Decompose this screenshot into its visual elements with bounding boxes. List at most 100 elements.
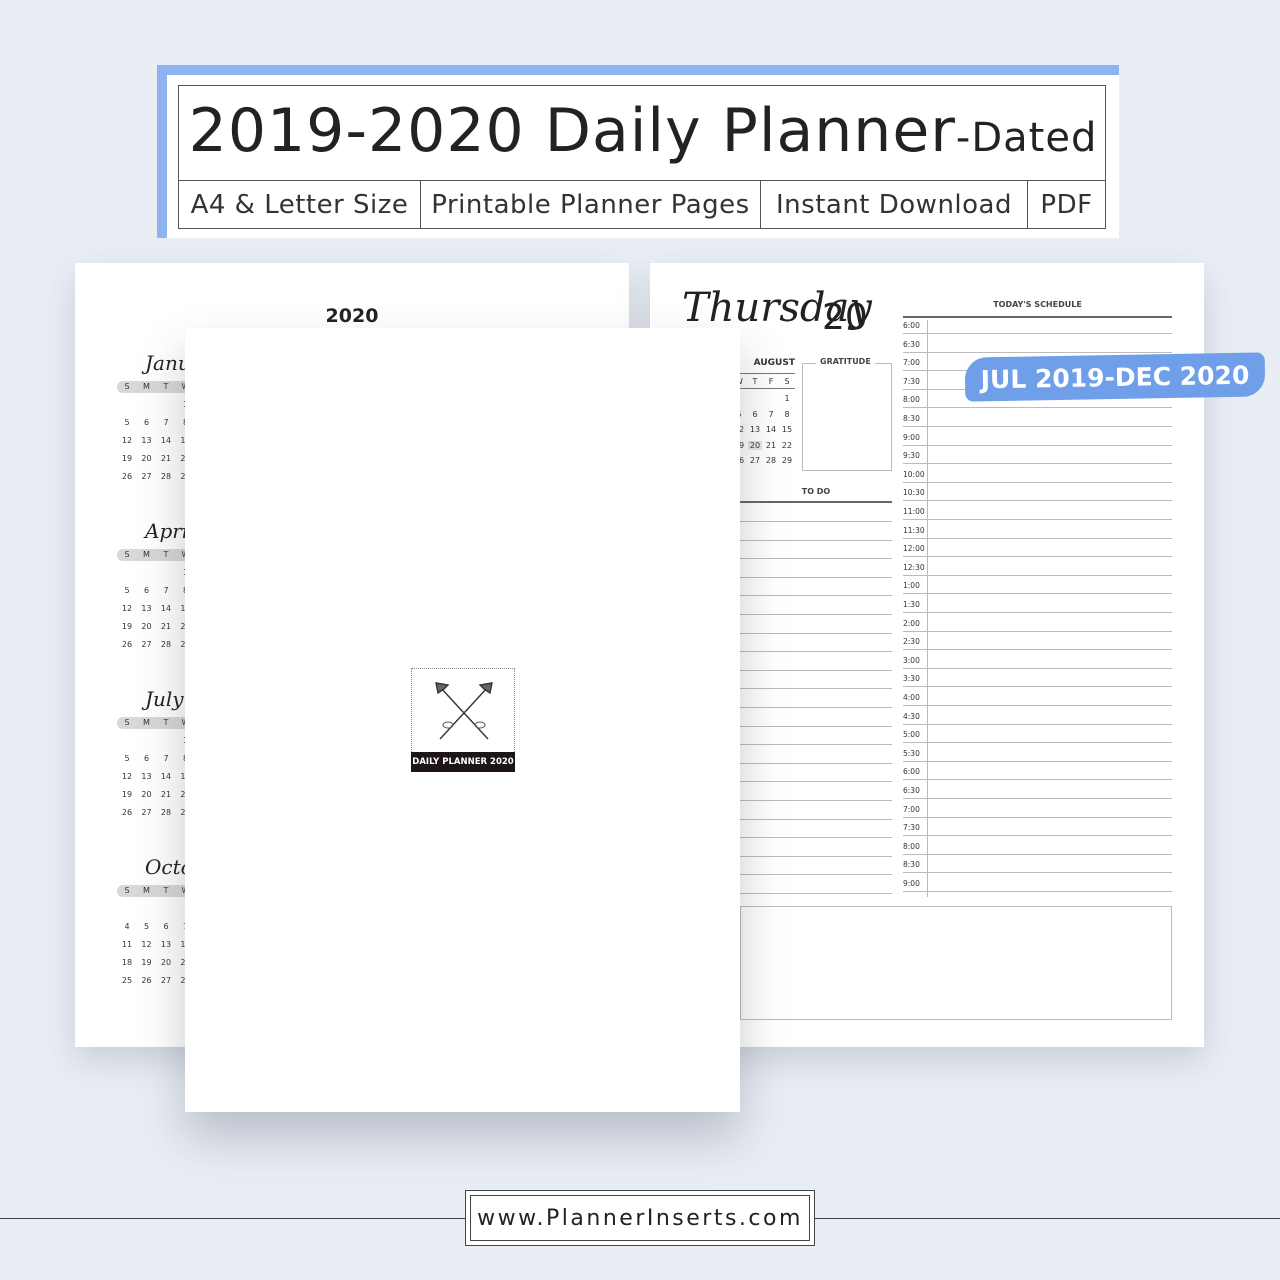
calendar-day: 19: [141, 958, 152, 967]
calendar-day: 21: [160, 790, 172, 799]
time-slot-line: [903, 630, 1172, 632]
title-main: 2019-2020 Daily Planner: [188, 96, 956, 166]
time-slot-label: 10:00: [903, 469, 925, 479]
calendar-day: 5: [124, 586, 130, 595]
time-slot-label: 11:30: [903, 525, 925, 535]
calendar-day: 12: [121, 604, 133, 613]
feature-format: PDF: [1040, 189, 1093, 220]
date-range-badge: JUL 2019-DEC 2020: [964, 352, 1266, 402]
calendar-day: 5: [124, 418, 130, 427]
mini-day-selected: 20: [748, 440, 762, 450]
calendar-day: 13: [141, 436, 152, 445]
time-slot-label: 9:30: [903, 451, 920, 461]
time-slot-line: [903, 779, 1172, 781]
calendar-day: 27: [160, 976, 172, 985]
time-slot-label: 7:30: [903, 376, 920, 386]
calendar-day: 5: [124, 754, 130, 763]
calendar-day: 20: [141, 454, 152, 463]
weekday-label: T: [163, 718, 169, 727]
mini-day: 28: [765, 456, 777, 465]
weekday-label: S: [124, 550, 130, 559]
calendar-day: 6: [143, 418, 150, 427]
weekday-label: M: [143, 382, 150, 391]
feature-row: A4 & Letter Size Printable Planner Pages…: [179, 180, 1105, 228]
time-slot-label: 9:00: [903, 432, 920, 442]
time-slot-line: [903, 407, 1172, 409]
feature-printable: Printable Planner Pages: [421, 181, 761, 228]
schedule-header-rule: [903, 316, 1172, 318]
todo-line: [740, 614, 892, 615]
todo-line: [740, 595, 892, 597]
time-slot-line: [903, 463, 1172, 465]
calendar-day: 27: [141, 808, 152, 817]
calendar-day: 19: [121, 790, 133, 799]
calendar-day: 14: [160, 772, 172, 781]
time-slot-label: 6:00: [903, 321, 920, 330]
time-slot-line: [903, 723, 1172, 725]
todo-header-rule: [740, 501, 892, 503]
feature-size: A4 & Letter Size: [179, 181, 421, 228]
todo-line: [740, 576, 892, 578]
weekday-label: M: [143, 718, 150, 727]
calendar-day: 6: [143, 586, 150, 595]
product-title: 2019-2020 Daily Planner-Dated: [179, 96, 1107, 166]
calendar-day: 21: [160, 454, 172, 463]
calendar-day: 12: [141, 940, 152, 949]
calendar-day: 7: [163, 754, 169, 763]
time-slot-line: [903, 798, 1172, 799]
time-slot-line: [903, 891, 1172, 892]
todo-line: [740, 521, 892, 522]
time-slot-label: 6:30: [903, 786, 920, 795]
time-slot-line: [903, 612, 1172, 613]
todo-line: [740, 818, 892, 820]
gratitude-box: [802, 363, 892, 471]
calendar-day: 26: [141, 976, 152, 985]
calendar-day: 27: [141, 640, 152, 649]
calendar-day: 25: [121, 976, 133, 985]
cover-page: DAILY PLANNER 2020: [185, 328, 740, 1112]
time-slot-label: 2:00: [903, 618, 920, 628]
time-slot-line: [903, 667, 1172, 669]
time-slot-label: 12:30: [903, 562, 925, 572]
time-slot-line: [903, 593, 1172, 595]
calendar-day: 14: [160, 436, 172, 445]
calendar-day: 4: [124, 922, 130, 931]
calendar-day: 18: [121, 958, 133, 967]
mini-day: 1: [784, 394, 790, 403]
todo-line: [740, 558, 892, 560]
mini-day: 7: [768, 409, 774, 419]
time-slot-label: 9:00: [903, 879, 920, 888]
todo-line: [740, 669, 892, 671]
calendar-day: 7: [163, 418, 169, 427]
time-slot-line: [903, 872, 1172, 874]
todo-line: [740, 539, 892, 541]
time-slot-label: 1:30: [903, 600, 920, 609]
time-slot-line: [903, 333, 1172, 334]
time-slot-label: 4:30: [903, 711, 920, 721]
time-slot-label: 6:00: [903, 767, 920, 777]
calendar-day: 12: [121, 772, 133, 781]
time-slot-line: [903, 444, 1172, 446]
calendar-day: 6: [163, 922, 169, 931]
time-slot-label: 7:00: [903, 804, 920, 814]
todo-line: [740, 632, 892, 634]
time-slot-line: [903, 426, 1172, 427]
weekday-label: S: [124, 718, 130, 727]
mini-weekday: T: [752, 377, 758, 386]
time-slot-label: 3:30: [903, 674, 920, 684]
time-slot-line: [903, 705, 1172, 706]
todo-line: [740, 837, 892, 839]
calendar-day: 28: [160, 808, 172, 817]
time-slot-label: 10:30: [903, 488, 925, 498]
mini-day: 15: [781, 425, 793, 434]
website-url[interactable]: www.PlannerInserts.com: [470, 1195, 810, 1241]
time-slot-label: 7:00: [903, 358, 920, 368]
weekday-label: M: [143, 550, 150, 559]
calendar-day: 20: [141, 622, 152, 631]
time-slot-line: [903, 500, 1172, 502]
mini-day: 13: [749, 425, 761, 434]
time-slot-label: 8:00: [903, 395, 920, 405]
mini-day: 22: [781, 440, 793, 450]
time-slot-label: 4:00: [903, 693, 920, 702]
time-slot-label: 8:00: [903, 841, 920, 851]
